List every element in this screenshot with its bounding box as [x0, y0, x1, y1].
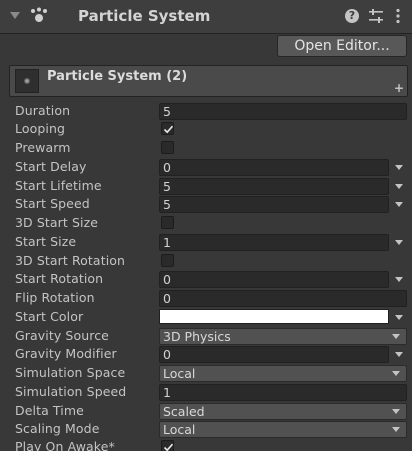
- dropdown-value: Local: [163, 366, 196, 381]
- start-color-swatch[interactable]: [159, 309, 389, 324]
- gravity-modifier-field[interactable]: 0: [159, 346, 389, 363]
- prop-label: 3D Start Size: [15, 215, 99, 230]
- prop-label: Prewarm: [15, 140, 71, 155]
- prop-label: Delta Time: [15, 403, 84, 418]
- prop-prewarm: Prewarm: [0, 139, 412, 157]
- prop-label: Duration: [15, 103, 71, 118]
- prop-label: Simulation Speed: [15, 384, 127, 399]
- module-header[interactable]: Particle System (2) +: [9, 65, 408, 97]
- prop-scaling-mode: Scaling Mode Local: [0, 420, 412, 438]
- prop-3d-start-rotation: 3D Start Rotation: [0, 252, 412, 270]
- duration-field[interactable]: 5: [159, 103, 407, 120]
- prop-label: Start Lifetime: [15, 178, 102, 193]
- scaling-mode-dropdown[interactable]: Local: [159, 421, 407, 438]
- prop-label: Start Delay: [15, 159, 87, 174]
- prop-play-on-awake: Play On Awake*: [0, 438, 412, 451]
- chevron-down-icon: [392, 409, 400, 414]
- chevron-down-icon: [392, 427, 400, 432]
- prop-label: Looping: [15, 121, 66, 136]
- prop-simulation-speed: Simulation Speed 1: [0, 383, 412, 401]
- help-icon[interactable]: ?: [345, 9, 359, 23]
- prop-start-size: Start Size 1: [0, 233, 412, 251]
- dropdown-value: Local: [163, 422, 196, 437]
- prop-start-lifetime: Start Lifetime 5: [0, 177, 412, 195]
- triangle-down-icon[interactable]: [10, 12, 20, 19]
- chevron-down-icon: [392, 334, 400, 339]
- component-title: Particle System: [78, 7, 211, 25]
- dropdown-value: Scaled: [163, 404, 205, 419]
- prop-simulation-space: Simulation Space Local: [0, 364, 412, 382]
- component-header[interactable]: Particle System ?: [0, 0, 412, 34]
- open-editor-button[interactable]: Open Editor...: [277, 35, 407, 57]
- 3d-start-size-checkbox[interactable]: [161, 216, 174, 229]
- prop-gravity-modifier: Gravity Modifier 0: [0, 345, 412, 363]
- prop-label: Play On Awake*: [15, 439, 115, 451]
- prop-label: 3D Start Rotation: [15, 253, 126, 268]
- 3d-start-rotation-checkbox[interactable]: [161, 254, 174, 267]
- checkmark-icon: [163, 443, 174, 451]
- start-speed-field[interactable]: 5: [159, 196, 389, 213]
- dropdown-value: 3D Physics: [163, 329, 231, 344]
- kebab-menu-icon[interactable]: [395, 8, 401, 24]
- prop-start-delay: Start Delay 0: [0, 158, 412, 176]
- simulation-space-dropdown[interactable]: Local: [159, 365, 407, 382]
- curve-mode-dropdown-icon[interactable]: [395, 184, 403, 189]
- prop-label: Gravity Source: [15, 328, 109, 343]
- prop-start-speed: Start Speed 5: [0, 195, 412, 213]
- chevron-down-icon: [392, 371, 400, 376]
- plus-icon[interactable]: +: [394, 82, 404, 94]
- prop-label: Start Size: [15, 234, 77, 249]
- start-rotation-field[interactable]: 0: [159, 271, 389, 288]
- start-lifetime-field[interactable]: 5: [159, 178, 389, 195]
- curve-mode-dropdown-icon[interactable]: [395, 165, 403, 170]
- particle-system-icon: [31, 7, 47, 22]
- start-delay-field[interactable]: 0: [159, 159, 389, 176]
- prewarm-checkbox[interactable]: [161, 141, 174, 154]
- simulation-speed-field[interactable]: 1: [159, 384, 407, 401]
- particle-preview-icon: [15, 69, 39, 93]
- prop-delta-time: Delta Time Scaled: [0, 402, 412, 420]
- delta-time-dropdown[interactable]: Scaled: [159, 403, 407, 420]
- play-on-awake-checkbox[interactable]: [161, 440, 174, 451]
- prop-duration: Duration 5: [0, 102, 412, 120]
- module-title: Particle System (2): [47, 69, 188, 84]
- prop-start-rotation: Start Rotation 0: [0, 270, 412, 288]
- presets-sliders-icon[interactable]: [368, 8, 384, 24]
- start-size-field[interactable]: 1: [159, 234, 389, 251]
- prop-flip-rotation: Flip Rotation 0: [0, 289, 412, 307]
- prop-start-color: Start Color: [0, 308, 412, 326]
- prop-label: Start Rotation: [15, 271, 104, 286]
- prop-gravity-source: Gravity Source 3D Physics: [0, 327, 412, 345]
- curve-mode-dropdown-icon[interactable]: [395, 352, 403, 357]
- color-mode-dropdown-icon[interactable]: [395, 315, 403, 320]
- prop-label: Start Speed: [15, 196, 90, 211]
- prop-label: Simulation Space: [15, 365, 126, 380]
- prop-label: Start Color: [15, 309, 84, 324]
- prop-3d-start-size: 3D Start Size: [0, 214, 412, 232]
- curve-mode-dropdown-icon[interactable]: [395, 240, 403, 245]
- prop-looping: Looping: [0, 120, 412, 138]
- flip-rotation-field[interactable]: 0: [159, 290, 407, 307]
- prop-label: Scaling Mode: [15, 421, 100, 436]
- gravity-source-dropdown[interactable]: 3D Physics: [159, 328, 407, 345]
- prop-label: Gravity Modifier: [15, 346, 117, 361]
- looping-checkbox[interactable]: [161, 122, 174, 135]
- curve-mode-dropdown-icon[interactable]: [395, 202, 403, 207]
- curve-mode-dropdown-icon[interactable]: [395, 277, 403, 282]
- checkmark-icon: [163, 125, 174, 134]
- prop-label: Flip Rotation: [15, 290, 95, 305]
